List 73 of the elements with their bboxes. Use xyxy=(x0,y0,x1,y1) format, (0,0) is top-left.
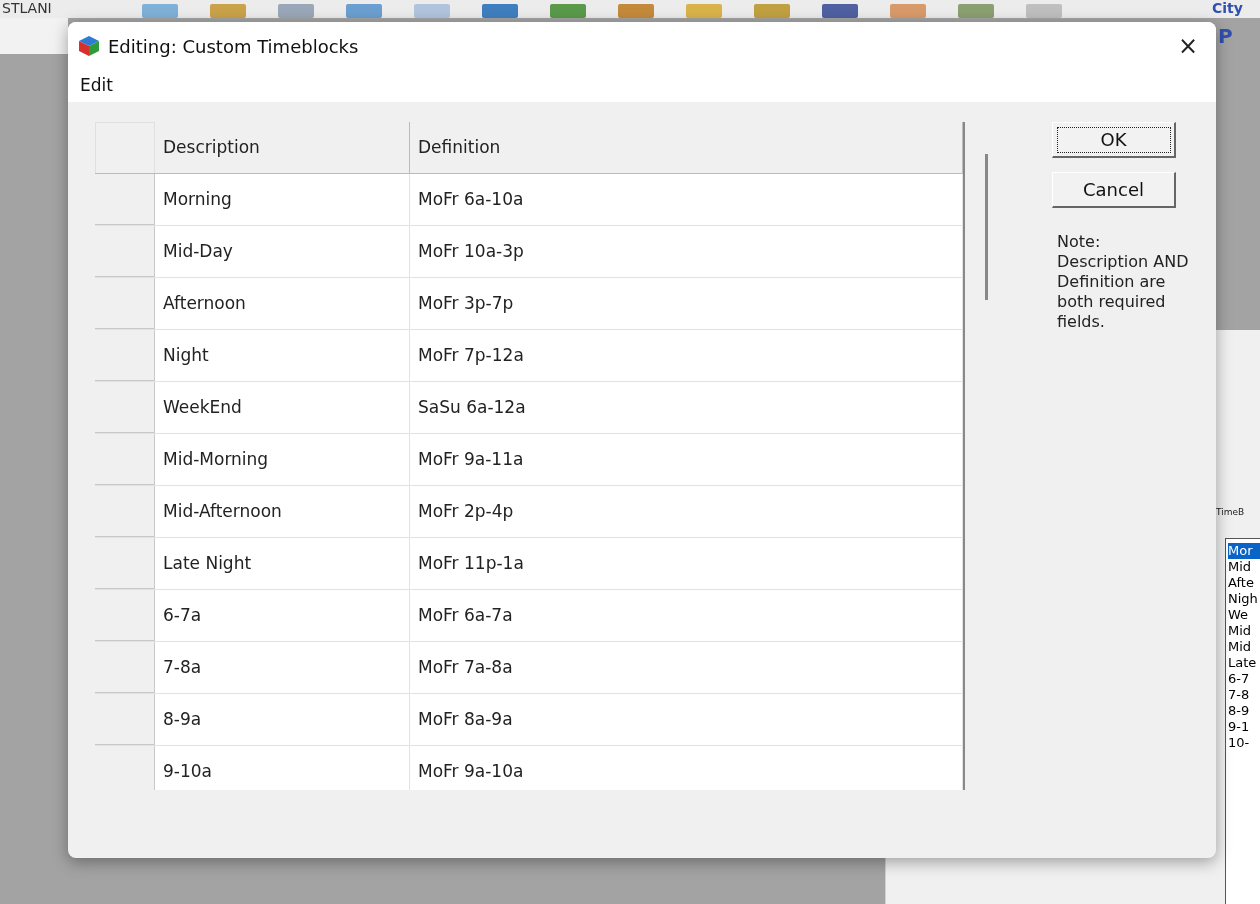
table-cell: MoFr 2p-4p xyxy=(410,486,963,537)
toolbar-icon[interactable] xyxy=(276,4,316,18)
table-cell: 8-9a xyxy=(155,694,410,745)
ok-button[interactable]: OK xyxy=(1052,122,1176,158)
table-cell: MoFr 6a-7a xyxy=(410,590,963,641)
table-cell: WeekEnd xyxy=(155,382,410,433)
table-cell: Mid-Morning xyxy=(155,434,410,485)
table-cell: Afternoon xyxy=(155,278,410,329)
row-header[interactable] xyxy=(95,174,155,225)
toolbar-icon[interactable] xyxy=(548,4,588,18)
table-cell: SaSu 6a-12a xyxy=(410,382,963,433)
toolbar-icon[interactable] xyxy=(956,4,996,18)
table-cell: MoFr 9a-11a xyxy=(410,434,963,485)
table-cell: Morning xyxy=(155,174,410,225)
row-header-corner xyxy=(95,122,155,173)
row-header[interactable] xyxy=(95,590,155,641)
row-header[interactable] xyxy=(95,538,155,589)
table-cell: MoFr 6a-10a xyxy=(410,174,963,225)
list-item[interactable]: 8-9 xyxy=(1228,703,1260,719)
table-cell: MoFr 10a-3p xyxy=(410,226,963,277)
list-item[interactable]: We xyxy=(1228,607,1260,623)
table-cell: MoFr 11p-1a xyxy=(410,538,963,589)
list-item[interactable]: Mid xyxy=(1228,559,1260,575)
row-header[interactable] xyxy=(95,694,155,745)
list-item[interactable]: Afte xyxy=(1228,575,1260,591)
row-header[interactable] xyxy=(95,226,155,277)
table-cell: Mid-Day xyxy=(155,226,410,277)
list-item[interactable]: Mor xyxy=(1228,543,1260,559)
row-header[interactable] xyxy=(95,642,155,693)
row-header[interactable] xyxy=(95,330,155,381)
list-item[interactable]: 7-8 xyxy=(1228,687,1260,703)
column-header[interactable]: Description xyxy=(155,122,410,173)
row-header[interactable] xyxy=(95,382,155,433)
table-cell: 7-8a xyxy=(155,642,410,693)
column-header[interactable]: Definition xyxy=(410,122,963,173)
cube-icon xyxy=(78,35,100,57)
logo-text: STLANI xyxy=(2,0,52,16)
toolbar-icon[interactable] xyxy=(888,4,928,18)
cancel-button[interactable]: Cancel xyxy=(1052,172,1176,208)
corner-letter: P xyxy=(1218,24,1233,48)
toolbar-icon[interactable] xyxy=(820,4,860,18)
note-text: Note: Description AND Definition are both required fields. xyxy=(1056,232,1190,332)
toolbar-icon[interactable] xyxy=(616,4,656,18)
table-cell: Mid-Afternoon xyxy=(155,486,410,537)
list-item[interactable]: Late xyxy=(1228,655,1260,671)
list-item[interactable]: 6-7 xyxy=(1228,671,1260,687)
close-button[interactable]: × xyxy=(1173,34,1202,58)
window-title: Editing: Custom Timeblocks xyxy=(108,34,359,59)
table-cell: 9-10a xyxy=(155,746,410,790)
table-cell: Late Night xyxy=(155,538,410,589)
list-item[interactable]: 10- xyxy=(1228,735,1260,751)
toolbar-icon[interactable] xyxy=(752,4,792,18)
row-header[interactable] xyxy=(95,434,155,485)
table-cell: 6-7a xyxy=(155,590,410,641)
table-cell: MoFr 8a-9a xyxy=(410,694,963,745)
toolbar-icon[interactable] xyxy=(344,4,384,18)
table-cell: MoFr 7a-8a xyxy=(410,642,963,693)
corner-text: City xyxy=(1212,0,1243,16)
list-item[interactable]: Mid xyxy=(1228,639,1260,655)
row-header[interactable] xyxy=(95,278,155,329)
row-header[interactable] xyxy=(95,486,155,537)
list-item[interactable]: Mid xyxy=(1228,623,1260,639)
table-cell: MoFr 9a-10a xyxy=(410,746,963,790)
menu-item[interactable]: Edit xyxy=(80,73,113,99)
list-item[interactable]: Nigh xyxy=(1228,591,1260,607)
toolbar-icon[interactable] xyxy=(480,4,520,18)
toolbar-icon[interactable] xyxy=(208,4,248,18)
panel-label: TimeB xyxy=(1216,506,1245,519)
scrollbar-thumb[interactable] xyxy=(985,154,988,300)
list-item[interactable]: 9-1 xyxy=(1228,719,1260,735)
table-cell: MoFr 7p-12a xyxy=(410,330,963,381)
table-cell: Night xyxy=(155,330,410,381)
table-cell: MoFr 3p-7p xyxy=(410,278,963,329)
